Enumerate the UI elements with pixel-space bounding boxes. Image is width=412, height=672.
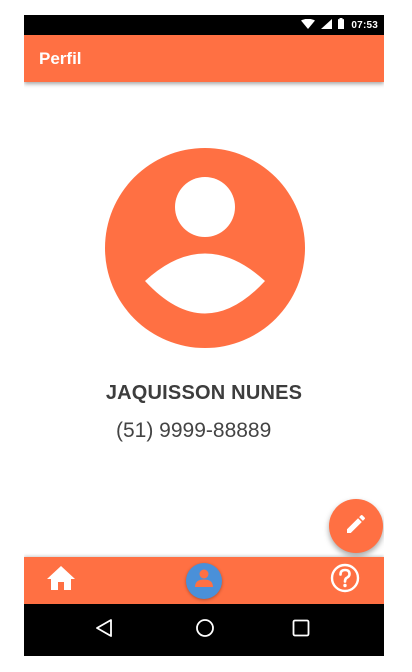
user-phone: (51) 9999-88889: [116, 419, 272, 442]
account-circle-icon: [105, 148, 305, 348]
system-home-button[interactable]: [175, 604, 235, 656]
signal-icon: [321, 16, 333, 34]
edit-button[interactable]: [329, 499, 383, 553]
nav-profile-button[interactable]: [169, 557, 239, 604]
nav-help-button[interactable]: [310, 557, 380, 604]
phone-screen: 07:53 Perfil JAQUISSON NUNES (51) 9999-8…: [24, 15, 384, 656]
nav-home-button[interactable]: [26, 557, 96, 604]
system-back-button[interactable]: [74, 604, 134, 656]
home-circle-icon: [195, 618, 215, 643]
user-name: JAQUISSON NUNES: [105, 382, 303, 404]
system-navigation-bar: [24, 604, 384, 656]
back-icon: [94, 618, 114, 643]
status-time: 07:53: [351, 19, 378, 31]
edit-icon: [344, 512, 368, 541]
profile-selected-indicator: [186, 562, 222, 599]
bottom-navigation: [24, 557, 384, 604]
page-title: Perfil: [39, 48, 82, 68]
wifi-icon: [301, 16, 316, 34]
profile-icon: [193, 567, 215, 594]
recents-icon: [292, 619, 310, 642]
home-icon: [46, 565, 76, 596]
help-icon: [330, 563, 360, 598]
battery-icon: [338, 16, 345, 34]
status-bar: 07:53: [24, 15, 384, 35]
app-bar: Perfil: [24, 35, 384, 82]
system-recents-button[interactable]: [271, 604, 331, 656]
